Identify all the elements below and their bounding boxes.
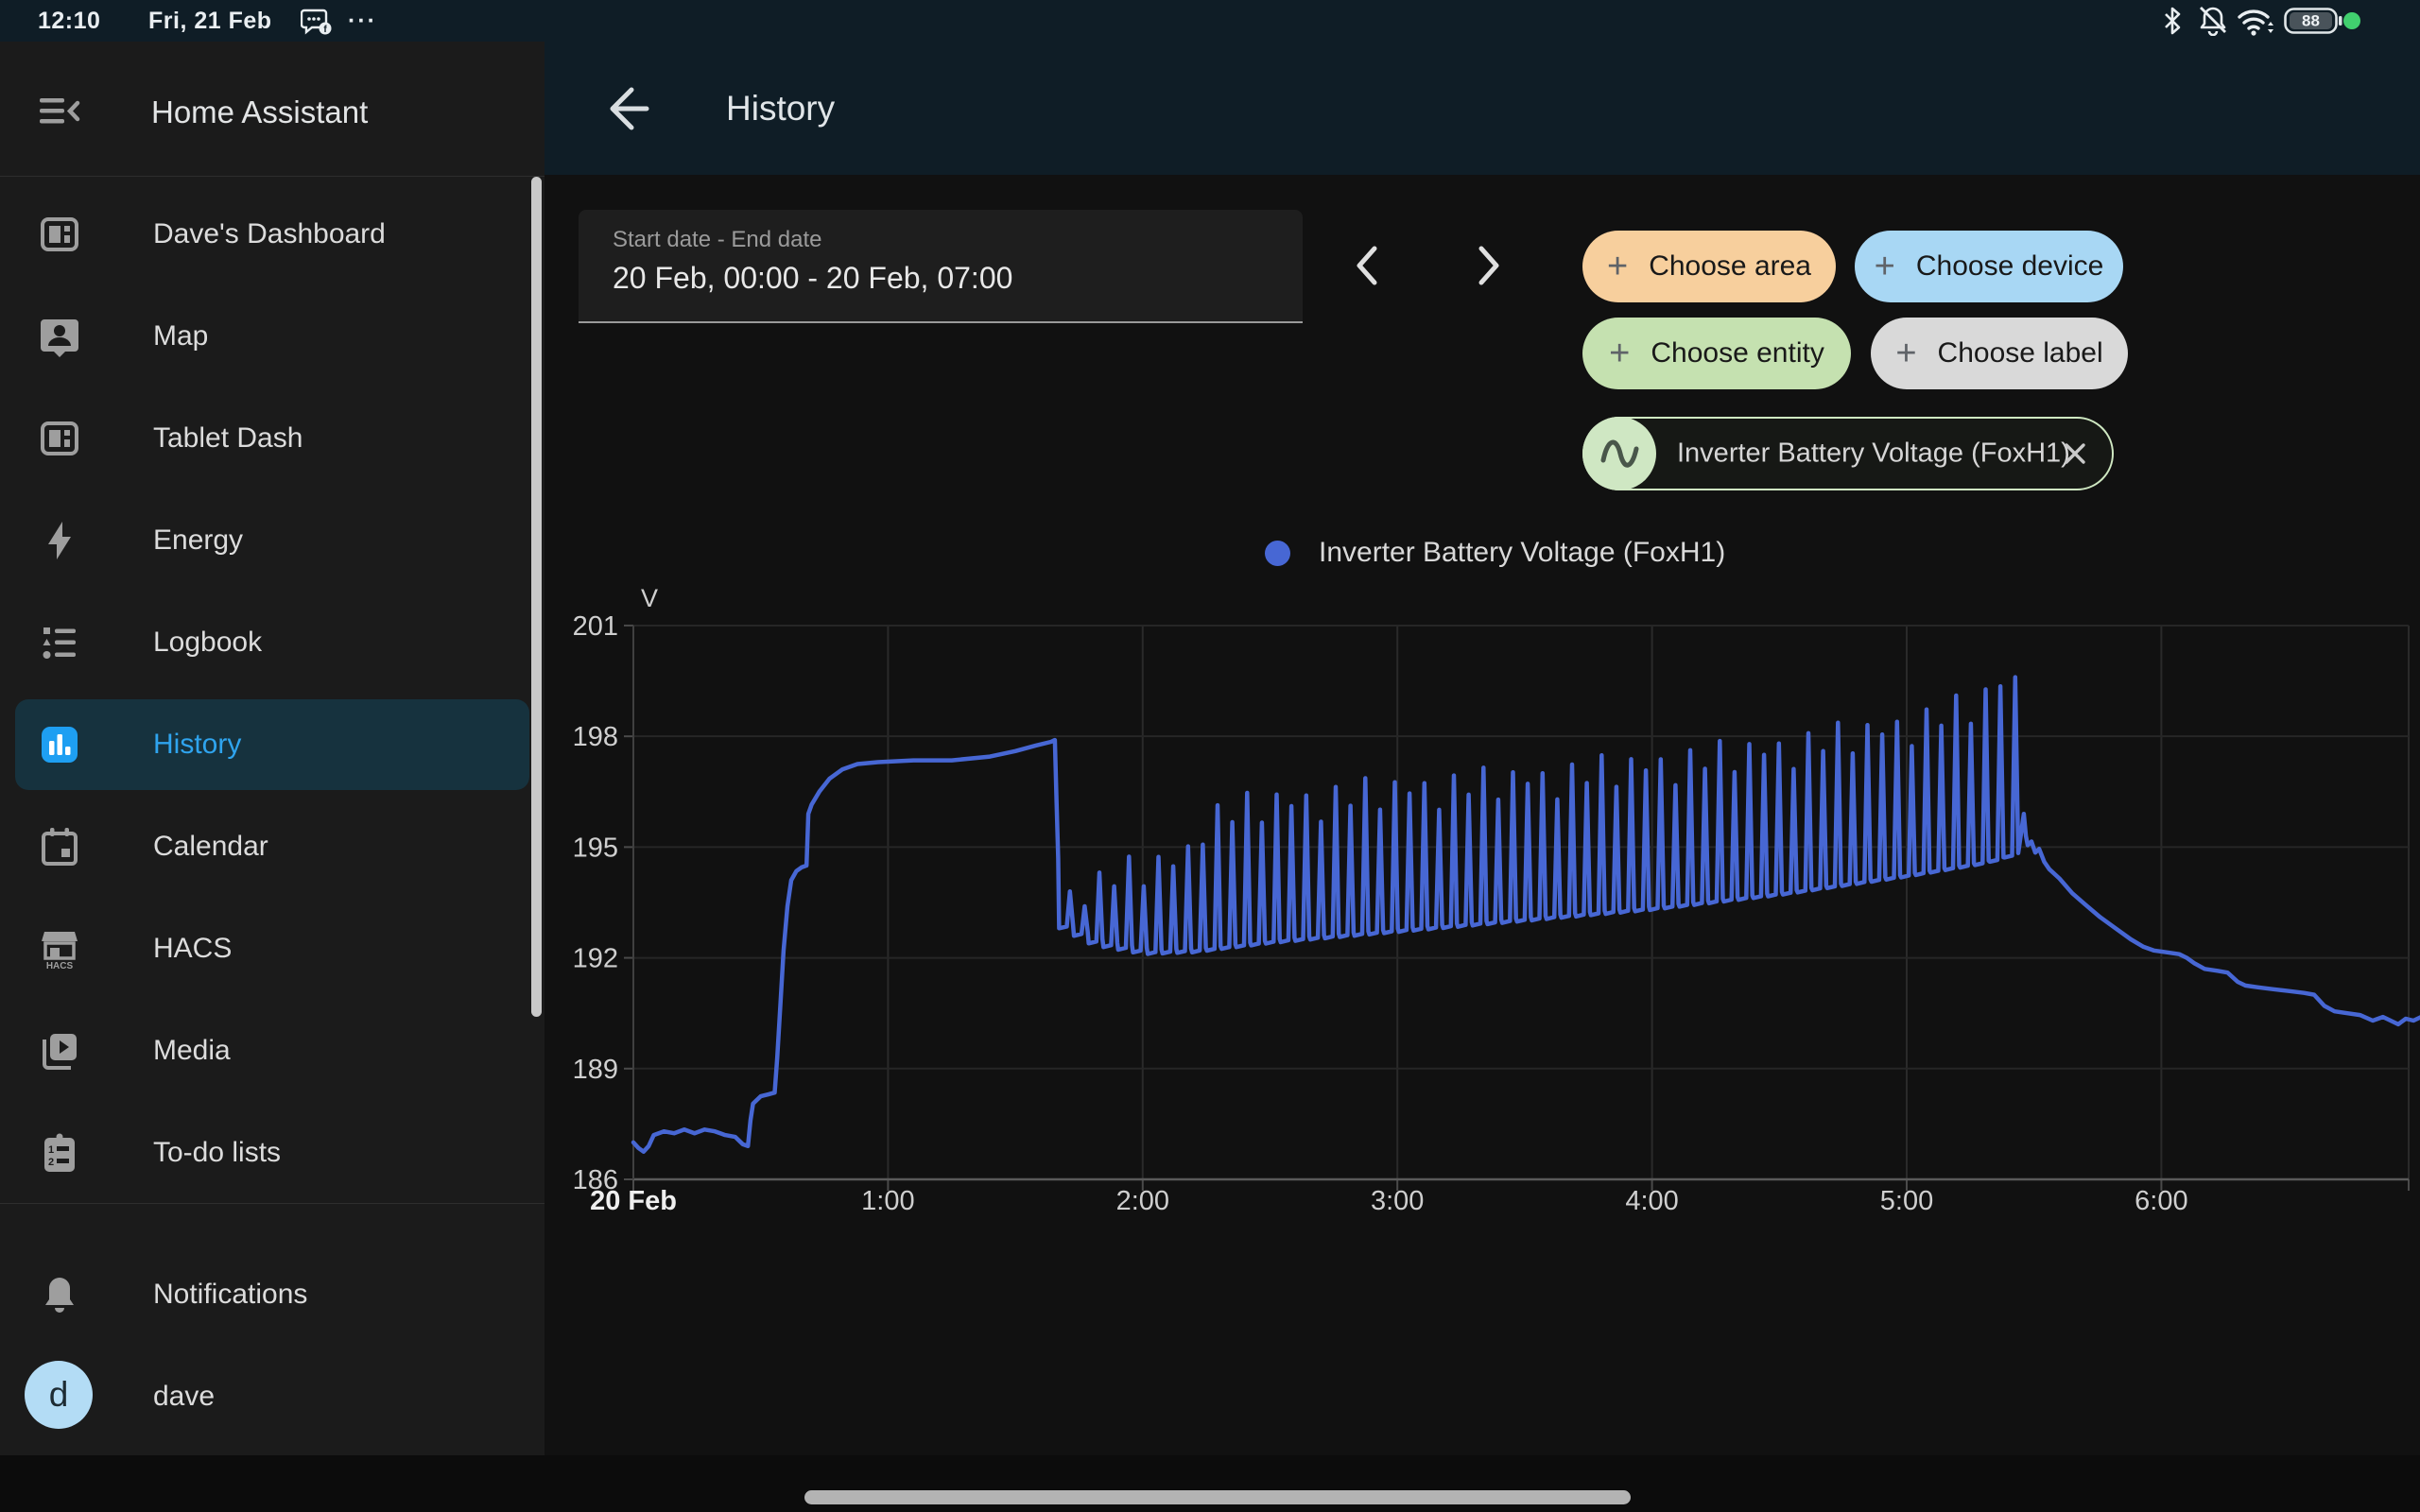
map-person-icon (39, 316, 80, 357)
svg-text:189: 189 (573, 1055, 618, 1085)
sidebar-item-tablet-dash[interactable]: Tablet Dash (0, 387, 544, 490)
notifications-muted-icon (2197, 6, 2229, 36)
avatar: d (25, 1361, 93, 1429)
choose-entity-label: Choose entity (1651, 337, 1824, 369)
chart-box-icon (39, 724, 80, 765)
choose-label-button[interactable]: + Choose label (1871, 318, 2128, 389)
sidebar-item-hacs[interactable]: HACS HACS (0, 898, 544, 1000)
previous-period-icon[interactable] (1340, 237, 1397, 294)
status-time: 12:10 (38, 8, 100, 35)
messenger-notification-icon: f (301, 8, 333, 36)
svg-text:201: 201 (573, 611, 618, 642)
storefront-icon: HACS (39, 928, 80, 970)
choose-entity-button[interactable]: + Choose entity (1582, 318, 1851, 389)
sidebar-item-label: Logbook (153, 627, 262, 659)
sidebar-item-label: Dave's Dashboard (153, 218, 386, 250)
sidebar-item-history[interactable]: History (0, 694, 544, 796)
calendar-icon (39, 826, 80, 868)
sidebar-item-logbook[interactable]: Logbook (0, 592, 544, 694)
entity-chip-label: Inverter Battery Voltage (FoxH1) (1677, 438, 2070, 470)
bulleted-list-icon (39, 622, 80, 663)
bluetooth-icon (2161, 7, 2184, 35)
svg-text:4:00: 4:00 (1625, 1186, 1678, 1216)
page-title: History (726, 89, 835, 129)
choose-label-label: Choose label (1938, 337, 2103, 369)
svg-text:V: V (641, 584, 658, 612)
back-arrow-icon[interactable] (590, 75, 658, 143)
plus-icon: + (1875, 249, 1895, 284)
sidebar-item-energy[interactable]: Energy (0, 490, 544, 592)
dashboard-icon (39, 214, 80, 255)
choose-device-label: Choose device (1916, 250, 2103, 283)
choose-device-button[interactable]: + Choose device (1855, 231, 2123, 302)
sidebar-item-todo-lists[interactable]: 1 2 To-do lists (0, 1102, 544, 1204)
plus-icon: + (1895, 335, 1916, 371)
selected-item-background (15, 699, 529, 790)
sidebar-item-daves-dashboard[interactable]: Dave's Dashboard (0, 183, 544, 285)
svg-text:2: 2 (48, 1157, 54, 1168)
battery-icon: 88 (2284, 8, 2342, 34)
sidebar-item-label: Calendar (153, 831, 268, 863)
next-period-icon[interactable] (1459, 237, 1515, 294)
sidebar-item-label: To-do lists (153, 1137, 281, 1169)
sidebar-item-label: Map (153, 320, 208, 352)
svg-text:6:00: 6:00 (2135, 1186, 2187, 1216)
sidebar-item-calendar[interactable]: Calendar (0, 796, 544, 898)
svg-text:5:00: 5:00 (1880, 1186, 1933, 1216)
lightning-icon (39, 520, 80, 561)
svg-text:198: 198 (573, 722, 618, 752)
date-range-value: 20 Feb, 00:00 - 20 Feb, 07:00 (613, 261, 1012, 296)
svg-text:195: 195 (573, 833, 618, 863)
sidebar: Home Assistant Dave's Dashboard Map Tabl… (0, 42, 544, 1455)
clipboard-list-icon: 1 2 (39, 1132, 80, 1174)
sine-wave-icon (1582, 417, 1656, 490)
svg-text:192: 192 (573, 944, 618, 974)
status-date: Fri, 21 Feb (148, 8, 272, 35)
sidebar-item-label: Energy (153, 524, 243, 557)
sidebar-item-label: History (153, 729, 241, 761)
date-range-field[interactable]: Start date - End date 20 Feb, 00:00 - 20… (579, 210, 1303, 323)
svg-text:1: 1 (48, 1144, 54, 1156)
presence-dot-icon (2343, 12, 2360, 29)
media-play-box-icon (39, 1030, 80, 1072)
history-chart[interactable]: 201198195192189186V20 Feb1:002:003:004:0… (544, 529, 2420, 1257)
entity-filter-chip[interactable]: Inverter Battery Voltage (FoxH1) (1582, 417, 2114, 490)
gesture-navigation-handle[interactable] (804, 1490, 1631, 1504)
bell-icon (39, 1274, 80, 1315)
sidebar-item-profile[interactable]: d dave (0, 1346, 544, 1448)
sidebar-item-media[interactable]: Media (0, 1000, 544, 1102)
plus-icon: + (1609, 335, 1630, 371)
sidebar-item-label: HACS (153, 933, 232, 965)
sidebar-title: Home Assistant (151, 94, 368, 130)
sidebar-item-label: Notifications (153, 1279, 307, 1311)
more-notifications-icon: ··· (348, 8, 377, 35)
sidebar-scrollbar[interactable] (531, 177, 542, 1017)
wifi-icon (2237, 7, 2276, 37)
choose-area-button[interactable]: + Choose area (1582, 231, 1836, 302)
svg-text:88: 88 (2302, 12, 2320, 30)
sidebar-item-label: Media (153, 1035, 231, 1067)
sidebar-item-label: Tablet Dash (153, 422, 302, 455)
svg-text:2:00: 2:00 (1116, 1186, 1169, 1216)
sidebar-item-notifications[interactable]: Notifications (0, 1244, 544, 1346)
svg-text:20 Feb: 20 Feb (590, 1186, 677, 1216)
app-header: History (544, 42, 2420, 175)
svg-text:3:00: 3:00 (1371, 1186, 1424, 1216)
dashboard-icon (39, 418, 80, 459)
svg-text:1:00: 1:00 (861, 1186, 914, 1216)
sidebar-item-map[interactable]: Map (0, 285, 544, 387)
sidebar-header-divider (0, 176, 544, 177)
profile-name: dave (153, 1381, 215, 1413)
menu-open-icon[interactable] (36, 91, 83, 132)
date-range-label: Start date - End date (613, 227, 821, 253)
sidebar-divider (0, 1203, 544, 1204)
plus-icon: + (1607, 249, 1628, 284)
choose-area-label: Choose area (1649, 250, 1811, 283)
status-bar: 12:10 Fri, 21 Feb f ··· 88 (0, 0, 2420, 42)
svg-text:HACS: HACS (46, 961, 74, 970)
chip-close-icon[interactable] (2059, 438, 2091, 470)
